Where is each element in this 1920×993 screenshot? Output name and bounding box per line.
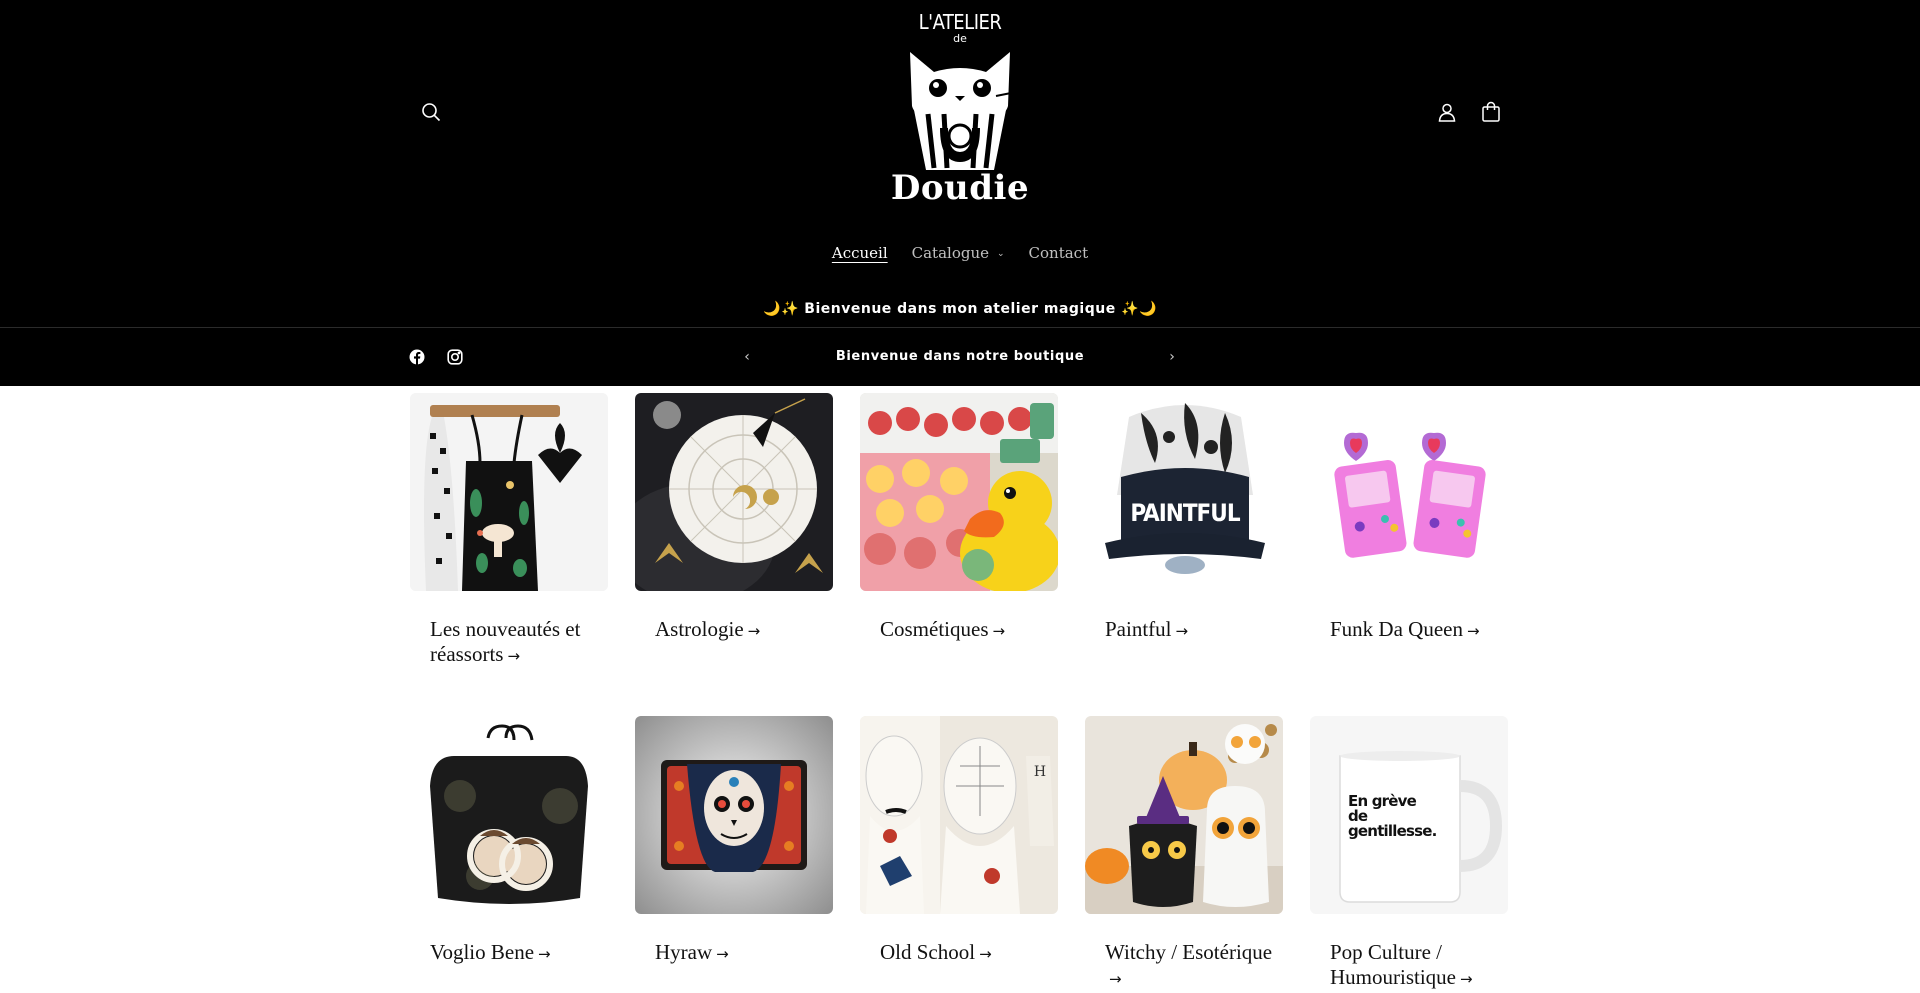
- collection-title[interactable]: Funk Da Queen →: [1310, 617, 1508, 682]
- arrow-right-icon: →: [1175, 622, 1189, 640]
- arrow-right-icon: →: [716, 945, 729, 963]
- collection-card[interactable]: Funk Da Queen →: [1310, 393, 1508, 682]
- arrow-right-icon: →: [1460, 970, 1473, 988]
- collection-title-text: Hyraw: [655, 940, 713, 964]
- collection-title-text: Old School: [880, 940, 976, 964]
- chevron-down-icon: ⌄: [997, 249, 1005, 259]
- collection-image: H: [860, 716, 1058, 914]
- nav-label: Contact: [1028, 244, 1089, 262]
- collection-title-text: Astrologie: [655, 617, 744, 641]
- collection-title[interactable]: Astrologie →: [635, 617, 833, 682]
- collection-title[interactable]: Cosmétiques →: [860, 617, 1058, 682]
- nav-item-catalogue[interactable]: Catalogue ⌄: [912, 244, 1005, 262]
- collection-card[interactable]: Voglio Bene →: [410, 716, 608, 993]
- collection-title-text: Les nouveautés et réassorts: [430, 617, 581, 666]
- arrow-right-icon: →: [538, 945, 551, 963]
- nav-label: Accueil: [831, 244, 888, 262]
- arrow-right-icon: →: [992, 622, 1006, 640]
- collection-image: [410, 393, 608, 591]
- chevron-left-icon[interactable]: ‹: [735, 345, 759, 369]
- logo-brand: Doudie: [890, 168, 1030, 208]
- collection-title[interactable]: Paintful →: [1085, 617, 1283, 682]
- collection-title[interactable]: Pop Culture / Humouristique →: [1310, 940, 1508, 993]
- arrow-right-icon: →: [1109, 970, 1122, 988]
- collection-image: [860, 393, 1058, 591]
- collection-card[interactable]: Cosmétiques →: [860, 393, 1058, 682]
- collection-image: [635, 393, 833, 591]
- collection-image: PAINTFUL: [1085, 393, 1283, 591]
- cat-logo-icon: [910, 52, 1017, 170]
- collection-title[interactable]: Voglio Bene →: [410, 940, 608, 993]
- svg-text:PAINTFUL: PAINTFUL: [1130, 499, 1240, 527]
- collection-card[interactable]: Les nouveautés et réassorts →: [410, 393, 608, 682]
- collection-grid: Les nouveautés et réassorts → Astrologie…: [410, 393, 1510, 993]
- collection-card[interactable]: Astrologie →: [635, 393, 833, 682]
- collection-title-text: Voglio Bene: [430, 940, 535, 964]
- announcement-slide-text: Bienvenue dans notre boutique: [835, 349, 1085, 364]
- chevron-right-icon[interactable]: ›: [1160, 345, 1184, 369]
- instagram-icon[interactable]: [443, 345, 467, 369]
- arrow-right-icon: →: [1466, 622, 1480, 640]
- facebook-icon[interactable]: [405, 345, 429, 369]
- arrow-right-icon: →: [747, 622, 761, 640]
- collection-title[interactable]: Les nouveautés et réassorts →: [410, 617, 608, 682]
- collection-card[interactable]: PAINTFUL Paintful →: [1085, 393, 1283, 682]
- bag-icon[interactable]: [1473, 94, 1509, 130]
- svg-text:H: H: [1034, 764, 1046, 780]
- collection-title-text: Witchy / Esotérique: [1105, 940, 1273, 964]
- collection-title[interactable]: Old School →: [860, 940, 1058, 993]
- collection-title-text: Cosmétiques: [880, 617, 989, 641]
- collection-image: [1085, 716, 1283, 914]
- nav-label: Catalogue: [911, 244, 989, 262]
- collection-card[interactable]: Hyraw →: [635, 716, 833, 993]
- mug-text: En grève de gentillesse.: [1348, 792, 1437, 840]
- site-logo[interactable]: L'ATELIER de Doudie: [857, 4, 1063, 216]
- collection-card[interactable]: Witchy / Esotérique →: [1085, 716, 1283, 993]
- announcement-bar: ‹ Bienvenue dans notre boutique ›: [0, 328, 1920, 386]
- collection-title[interactable]: Hyraw →: [635, 940, 833, 993]
- collection-title-text: Funk Da Queen: [1330, 617, 1463, 641]
- collection-image: [1310, 393, 1508, 591]
- site-header: L'ATELIER de Doudie Accueil Catalogue ⌄ C…: [0, 0, 1920, 290]
- collection-image: [635, 716, 833, 914]
- arrow-right-icon: →: [507, 647, 521, 665]
- collection-title[interactable]: Witchy / Esotérique →: [1085, 940, 1283, 993]
- collection-card[interactable]: En grève de gentillesse. Pop Culture / H…: [1310, 716, 1508, 993]
- nav-item-accueil[interactable]: Accueil: [832, 244, 888, 262]
- collection-title-text: Paintful: [1105, 617, 1172, 641]
- nav-item-contact[interactable]: Contact: [1029, 244, 1089, 262]
- search-icon[interactable]: [413, 94, 449, 130]
- collection-image: [410, 716, 608, 914]
- collection-card[interactable]: H Old School →: [860, 716, 1058, 993]
- collection-title-text: Pop Culture / Humouristique: [1330, 940, 1456, 989]
- logo-title: L'ATELIER: [918, 10, 1002, 34]
- arrow-right-icon: →: [979, 945, 992, 963]
- announcement-bar-top: 🌙✨ Bienvenue dans mon atelier magique ✨🌙: [0, 290, 1920, 328]
- main-nav: Accueil Catalogue ⌄ Contact: [0, 244, 1920, 262]
- collection-image: En grève de gentillesse.: [1310, 716, 1508, 914]
- user-icon[interactable]: [1429, 94, 1465, 130]
